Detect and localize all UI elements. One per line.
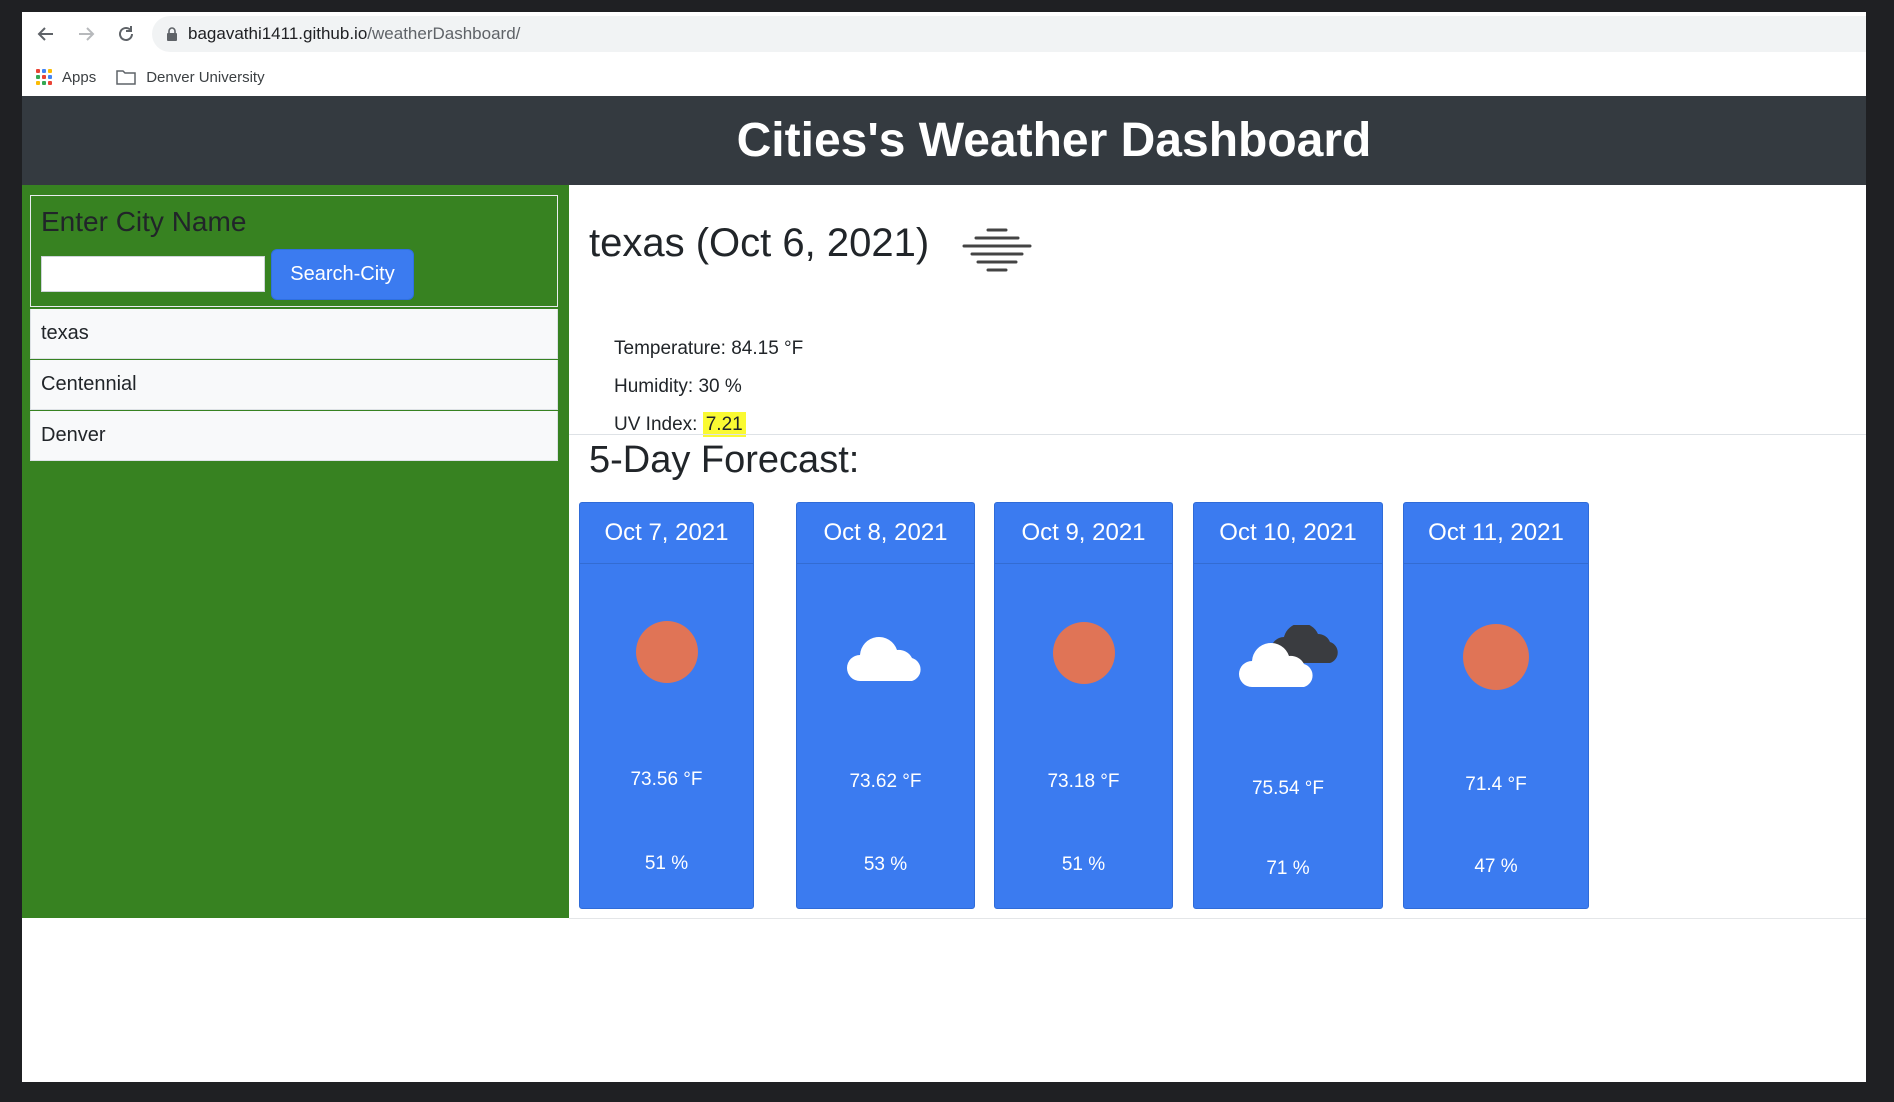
history-item-texas[interactable]: texas [30,309,558,359]
forecast-temp: 73.62 °F [849,771,922,792]
forecast-temp: 71.4 °F [1465,774,1527,795]
search-history-list: texas Centennial Denver [30,309,558,462]
lock-icon [166,27,178,41]
forecast-humidity: 51 % [644,853,689,874]
forecast-card: Oct 11, 2021 71.4 °F 47 % [1403,502,1589,909]
address-bar[interactable]: bagavathi1411.github.io/weatherDashboard… [152,16,1866,52]
sidebar: Enter City Name Search-City texas Centen… [22,185,569,918]
reload-icon [119,26,133,41]
sun-icon [1404,623,1588,691]
apps-grid-icon [36,69,52,85]
search-card: Enter City Name Search-City [30,195,558,307]
history-item-denver[interactable]: Denver [30,411,558,461]
broken-clouds-icon [1194,625,1382,689]
forecast-temp: 75.54 °F [1251,778,1325,799]
sun-icon [580,620,753,684]
bookmark-label: Apps [62,68,97,86]
bookmarks-bar: Apps Denver University [22,60,1866,94]
back-button[interactable] [26,14,66,54]
history-item-centennial[interactable]: Centennial [30,360,558,410]
forecast-date: Oct 9, 2021 [995,503,1172,564]
mist-icon [962,228,1032,272]
forecast-card: Oct 8, 2021 73.62 °F 53 % [796,502,975,909]
back-arrow-icon [37,27,53,41]
current-temperature: Temperature: 84.15 °F [614,338,804,359]
forecast-humidity: 53 % [863,854,908,875]
section-divider [569,434,1866,435]
forecast-card: Oct 7, 2021 73.56 °F 51 % [579,502,754,909]
current-humidity: Humidity: 30 % [614,376,742,397]
forecast-date: Oct 10, 2021 [1194,503,1382,564]
browser-toolbar: bagavathi1411.github.io/weatherDashboard… [22,12,1866,56]
url-path: /weatherDashboard/ [367,24,521,43]
page-header: Cities's Weather Dashboard [22,96,1866,185]
content-bottom-border [569,918,1866,919]
bookmark-label: Denver University [146,68,265,86]
main-content: texas (Oct 6, 2021) Temperature: 84.15 °… [569,185,1866,919]
uv-label: UV Index: [614,414,703,435]
forward-button[interactable] [66,14,106,54]
url-host: bagavathi1411.github.io [188,24,368,43]
bookmark-apps[interactable]: Apps [36,69,96,86]
browser-window: bagavathi1411.github.io/weatherDashboard… [22,12,1866,1082]
forecast-heading: 5-Day Forecast: [589,439,860,481]
current-weather-title: texas (Oct 6, 2021) [589,221,930,265]
forecast-date: Oct 7, 2021 [580,503,753,564]
forecast-card: Oct 10, 2021 75.54 °F 71 % [1193,502,1383,909]
forecast-humidity: 47 % [1474,856,1518,877]
cloud-icon [797,631,974,683]
forecast-date: Oct 8, 2021 [797,503,974,564]
search-city-button[interactable]: Search-City [271,249,414,300]
search-heading: Enter City Name [41,206,247,237]
forecast-temp: 73.18 °F [1047,771,1120,792]
forecast-date: Oct 11, 2021 [1404,503,1588,564]
page-title: Cities's Weather Dashboard [736,114,1372,167]
url-text: bagavathi1411.github.io/weatherDashboard… [188,24,520,44]
folder-icon [116,70,136,85]
sun-icon [995,621,1172,685]
forecast-humidity: 51 % [1061,854,1106,875]
forecast-card: Oct 9, 2021 73.18 °F 51 % [994,502,1173,909]
forecast-humidity: 71 % [1266,858,1310,879]
forward-arrow-icon [79,27,95,41]
current-uv-index: UV Index: 7.21 [614,412,746,437]
reload-button[interactable] [106,14,146,54]
bookmark-denver-university[interactable]: Denver University [116,68,265,86]
forecast-temp: 73.56 °F [630,769,703,790]
city-search-input[interactable] [41,256,265,292]
